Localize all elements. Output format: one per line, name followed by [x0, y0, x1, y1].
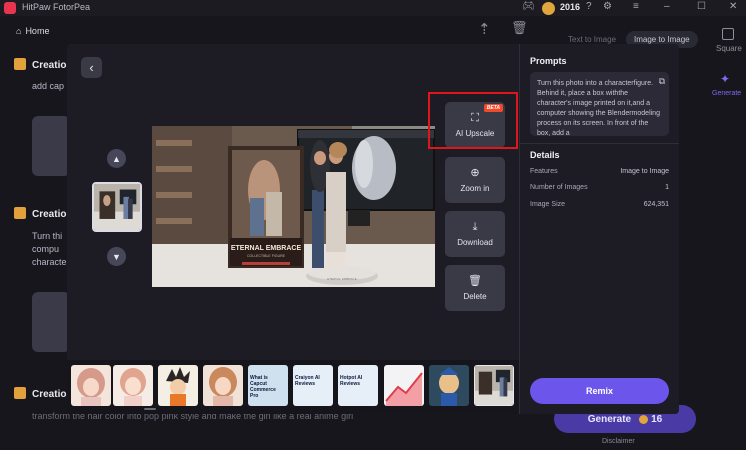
prompts-title: Prompts [530, 56, 567, 66]
settings-icon[interactable]: ⚙ [603, 1, 612, 12]
panel-divider [519, 44, 520, 414]
strip-thumbnail[interactable]: Craiyon AI Reviews [293, 365, 333, 406]
strip-thumbnail[interactable] [384, 365, 424, 406]
highlight-box [428, 92, 518, 149]
strip-thumbnail[interactable] [113, 365, 153, 406]
home-link[interactable]: ⌂ Home [16, 26, 49, 36]
help-icon[interactable]: ? [586, 1, 592, 12]
delete-label: Delete [463, 292, 487, 301]
credits-count: 2016 [560, 2, 581, 12]
gamepad-icon[interactable]: 🎮︎ [522, 1, 535, 12]
card-title: Creatio [14, 207, 66, 220]
sparkle-icon[interactable]: ✦ [720, 72, 730, 86]
selected-thumbnail[interactable] [92, 182, 142, 232]
square-icon[interactable] [722, 28, 734, 40]
image-viewer-modal: ‹ ▲ ▼ ETERNAL EMBRACE COLLECTIBLE FIGURE… [67, 44, 679, 414]
card-text: Turn thi compu characte [32, 231, 67, 267]
strip-thumbnail[interactable]: What is Capcut Commerce Pro [248, 365, 288, 406]
next-image-button[interactable]: ▼ [107, 247, 126, 266]
card-title: Creatio [14, 58, 66, 71]
details-title: Details [530, 150, 560, 160]
card-thumbnail[interactable] [32, 116, 70, 176]
strip-thumbnail[interactable] [203, 365, 243, 406]
menu-icon[interactable]: ≡ [633, 1, 639, 12]
coin-icon [639, 414, 649, 424]
app-name: HitPaw FotorPea [22, 2, 91, 12]
close-icon[interactable]: ✕ [729, 1, 737, 12]
box-title: ETERNAL EMBRACE [231, 245, 302, 252]
thumbnail-image [94, 184, 140, 230]
strip-scroll-indicator[interactable] [144, 408, 156, 410]
square-label: Square [716, 44, 742, 53]
title-bar: HitPaw FotorPea 🎮︎ 2016 ? ⚙ ≡ – ☐ ✕ [0, 0, 746, 16]
previous-image-button[interactable]: ▲ [107, 149, 126, 168]
thumbnail-strip: What is Capcut Commerce Pro Craiyon AI R… [67, 360, 519, 414]
strip-thumbnail[interactable]: Hotpot AI Reviews [338, 365, 378, 406]
zoom-in-icon: ⊕ [470, 167, 480, 179]
main-image: ETERNAL EMBRACE COLLECTIBLE FIGURE ETERN… [152, 126, 435, 287]
minimize-icon[interactable]: – [664, 1, 670, 12]
feature-badge-icon [14, 207, 26, 219]
credits-coin-icon [542, 2, 555, 15]
chevron-up-icon: ▲ [112, 153, 121, 164]
disclaimer-link[interactable]: Disclaimer [602, 438, 635, 445]
download-label: Download [457, 238, 493, 247]
tab-text-to-image[interactable]: Text to Image [568, 35, 616, 44]
feature-badge-icon [14, 387, 26, 399]
figure-photo: ETERNAL EMBRACE COLLECTIBLE FIGURE ETERN… [152, 126, 435, 287]
box-subtitle: COLLECTIBLE FIGURE [247, 254, 286, 258]
copy-icon[interactable]: ⧉ [659, 76, 665, 86]
download-button[interactable]: ⤓ Download [445, 211, 505, 257]
prompt-text-box[interactable]: ⧉ Turn this photo into a characterfigure… [530, 72, 669, 136]
generate-side-label: Generate [712, 90, 742, 97]
feature-badge-icon [14, 58, 26, 70]
zoom-in-button[interactable]: ⊕ Zoom in [445, 157, 505, 203]
trash-icon[interactable]: 🗑︎ [511, 20, 528, 36]
strip-thumbnail[interactable] [71, 365, 111, 406]
maximize-icon[interactable]: ☐ [697, 1, 706, 12]
strip-thumbnail[interactable] [158, 365, 198, 406]
base-text: ETERNAL EMBRACE [327, 277, 356, 281]
divider [519, 143, 679, 144]
prompt-text: Turn this photo into a characterfigure. … [537, 80, 660, 136]
strip-thumbnail[interactable] [429, 365, 469, 406]
back-button[interactable]: ‹ [81, 57, 102, 78]
delete-button[interactable]: 🗑︎ Delete [445, 265, 505, 311]
card-title: Creatio [14, 387, 66, 400]
share-icon[interactable]: ⇡ [478, 20, 491, 38]
remix-button[interactable]: Remix [530, 378, 669, 404]
chevron-down-icon: ▼ [112, 251, 121, 262]
trash-icon: 🗑︎ [468, 275, 482, 287]
strip-thumbnail-selected[interactable] [474, 365, 514, 406]
chevron-left-icon: ‹ [89, 60, 94, 75]
zoom-in-label: Zoom in [460, 184, 490, 193]
card-text: add cap [32, 81, 65, 91]
detail-row: Features Image to Image [530, 168, 669, 175]
detail-row: Number of Images 1 [530, 184, 669, 191]
home-icon: ⌂ [16, 26, 22, 36]
download-icon: ⤓ [472, 221, 478, 233]
app-logo-icon [4, 2, 16, 14]
card-thumbnail[interactable] [32, 292, 70, 352]
detail-row: Image Size 624,351 [530, 201, 669, 208]
home-label: Home [25, 26, 50, 36]
